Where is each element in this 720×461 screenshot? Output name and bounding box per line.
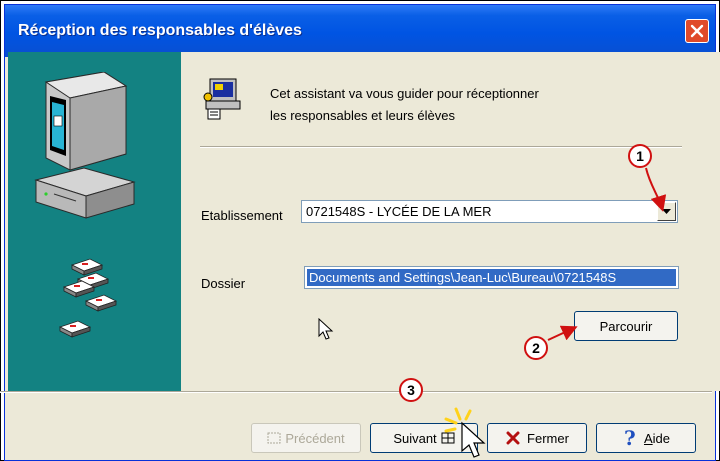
callout-2: 2 <box>524 336 548 360</box>
callout-arrows <box>547 167 667 341</box>
callout-3: 3 <box>399 378 423 402</box>
callout-1: 1 <box>628 144 652 168</box>
